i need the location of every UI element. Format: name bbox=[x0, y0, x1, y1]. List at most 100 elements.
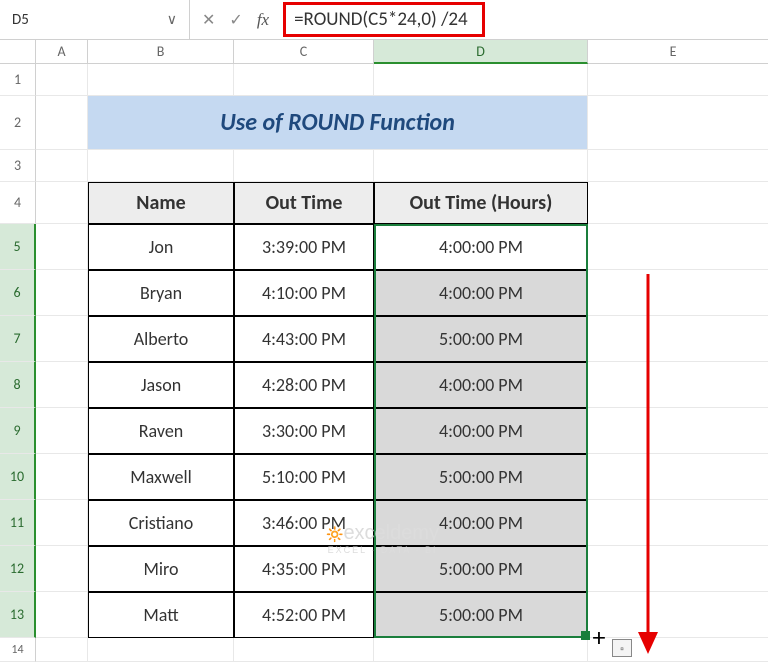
cell[interactable] bbox=[234, 150, 374, 182]
cell[interactable] bbox=[36, 454, 88, 500]
chevron-down-icon[interactable]: ∨ bbox=[161, 11, 183, 28]
cell[interactable] bbox=[36, 270, 88, 316]
row-header-6[interactable]: 6 bbox=[0, 270, 36, 316]
cell[interactable] bbox=[588, 500, 768, 546]
cell-name[interactable]: Maxwell bbox=[88, 454, 234, 500]
cell[interactable] bbox=[36, 546, 88, 592]
cell[interactable] bbox=[374, 150, 588, 182]
cell-name[interactable]: Bryan bbox=[88, 270, 234, 316]
hdr-out[interactable]: Out Time bbox=[234, 182, 374, 224]
annotation-arrow-icon bbox=[636, 274, 676, 664]
cell-name[interactable]: Raven bbox=[88, 408, 234, 454]
cell-round[interactable]: 4:00:00 PM bbox=[374, 408, 588, 454]
row-header-13[interactable]: 13 bbox=[0, 592, 36, 638]
cell[interactable] bbox=[88, 64, 234, 96]
hdr-round[interactable]: Out Time (Hours) bbox=[374, 182, 588, 224]
cell[interactable] bbox=[36, 638, 88, 662]
fx-icon[interactable]: fx bbox=[257, 10, 269, 30]
cell[interactable] bbox=[36, 64, 88, 96]
cell[interactable] bbox=[36, 592, 88, 638]
cell[interactable] bbox=[588, 150, 768, 182]
column-headers: A B C D E bbox=[0, 40, 768, 64]
cell-out[interactable]: 3:30:00 PM bbox=[234, 408, 374, 454]
col-header-d[interactable]: D bbox=[374, 40, 588, 64]
cell-name[interactable]: Miro bbox=[88, 546, 234, 592]
row-header-3[interactable]: 3 bbox=[0, 150, 36, 182]
cell[interactable] bbox=[588, 316, 768, 362]
row-header-9[interactable]: 9 bbox=[0, 408, 36, 454]
autofill-options-button[interactable]: ▫ bbox=[612, 639, 632, 657]
cell-out[interactable]: 4:35:00 PM bbox=[234, 546, 374, 592]
cell-round[interactable]: 4:00:00 PM bbox=[374, 270, 588, 316]
cell[interactable] bbox=[36, 500, 88, 546]
cell-name[interactable]: Alberto bbox=[88, 316, 234, 362]
cell[interactable] bbox=[588, 64, 768, 96]
row-header-1[interactable]: 1 bbox=[0, 64, 36, 96]
cell[interactable] bbox=[36, 408, 88, 454]
check-icon[interactable]: ✓ bbox=[229, 10, 242, 30]
cell[interactable] bbox=[88, 150, 234, 182]
formula-input[interactable]: =ROUND(C5*24,0) /24 bbox=[283, 2, 485, 37]
cell-out[interactable]: 4:10:00 PM bbox=[234, 270, 374, 316]
row-header-12[interactable]: 12 bbox=[0, 546, 36, 592]
row-header-10[interactable]: 10 bbox=[0, 454, 36, 500]
cell[interactable] bbox=[36, 182, 88, 224]
formula-bar: D5 ∨ ✕ ✓ fx =ROUND(C5*24,0) /24 bbox=[0, 0, 768, 40]
cell[interactable] bbox=[36, 96, 88, 150]
cell[interactable] bbox=[36, 224, 88, 270]
cell-round[interactable]: 5:00:00 PM bbox=[374, 316, 588, 362]
cell[interactable] bbox=[588, 408, 768, 454]
row-headers: 1 2 3 4 5 6 7 8 9 10 11 12 13 14 bbox=[0, 64, 36, 662]
row-header-4[interactable]: 4 bbox=[0, 182, 36, 224]
cell-out[interactable]: 5:10:00 PM bbox=[234, 454, 374, 500]
cell-name[interactable]: Jason bbox=[88, 362, 234, 408]
cell-out[interactable]: 4:52:00 PM bbox=[234, 592, 374, 638]
cell[interactable] bbox=[588, 546, 768, 592]
cell[interactable] bbox=[36, 316, 88, 362]
cell[interactable] bbox=[36, 150, 88, 182]
cell[interactable] bbox=[234, 64, 374, 96]
cell[interactable] bbox=[588, 270, 768, 316]
cell-round[interactable]: 5:00:00 PM bbox=[374, 546, 588, 592]
cell-round[interactable]: 4:00:00 PM bbox=[374, 224, 588, 270]
row-header-8[interactable]: 8 bbox=[0, 362, 36, 408]
col-header-b[interactable]: B bbox=[88, 40, 234, 63]
row-header-7[interactable]: 7 bbox=[0, 316, 36, 362]
cell[interactable] bbox=[374, 638, 588, 662]
cell[interactable] bbox=[588, 224, 768, 270]
name-box[interactable]: D5 bbox=[6, 11, 161, 29]
row-header-11[interactable]: 11 bbox=[0, 500, 36, 546]
col-header-c[interactable]: C bbox=[234, 40, 374, 63]
title-cell[interactable]: Use of ROUND Function bbox=[88, 96, 588, 150]
cell[interactable] bbox=[588, 96, 768, 150]
cell-round[interactable]: 5:00:00 PM bbox=[374, 592, 588, 638]
cell[interactable] bbox=[36, 362, 88, 408]
cell[interactable] bbox=[234, 638, 374, 662]
cell[interactable] bbox=[88, 638, 234, 662]
cell[interactable] bbox=[588, 592, 768, 638]
cell-out[interactable]: 4:28:00 PM bbox=[234, 362, 374, 408]
col-header-e[interactable]: E bbox=[588, 40, 758, 63]
cancel-icon[interactable]: ✕ bbox=[202, 10, 215, 30]
cell-round[interactable]: 5:00:00 PM bbox=[374, 454, 588, 500]
cell-round[interactable]: 4:00:00 PM bbox=[374, 500, 588, 546]
cell-out[interactable]: 3:46:00 PM bbox=[234, 500, 374, 546]
cell-round[interactable]: 4:00:00 PM bbox=[374, 362, 588, 408]
cell-out[interactable]: 3:39:00 PM bbox=[234, 224, 374, 270]
hdr-name[interactable]: Name bbox=[88, 182, 234, 224]
cell-name[interactable]: Jon bbox=[88, 224, 234, 270]
worksheet-grid: 1 2 3 4 5 6 7 8 9 10 11 12 13 14 Use of … bbox=[0, 64, 768, 662]
row-header-2[interactable]: 2 bbox=[0, 96, 36, 150]
cell[interactable] bbox=[588, 182, 768, 224]
cell[interactable] bbox=[588, 454, 768, 500]
cell[interactable] bbox=[588, 362, 768, 408]
cells-area: Use of ROUND Function Name Out Time Out … bbox=[36, 64, 768, 662]
cell-out[interactable]: 4:43:00 PM bbox=[234, 316, 374, 362]
name-box-wrap[interactable]: D5 ∨ bbox=[0, 0, 190, 39]
select-all-triangle[interactable] bbox=[0, 40, 36, 63]
col-header-a[interactable]: A bbox=[36, 40, 88, 63]
row-header-5[interactable]: 5 bbox=[0, 224, 36, 270]
cell[interactable] bbox=[374, 64, 588, 96]
cell-name[interactable]: Cristiano bbox=[88, 500, 234, 546]
cell-name[interactable]: Matt bbox=[88, 592, 234, 638]
